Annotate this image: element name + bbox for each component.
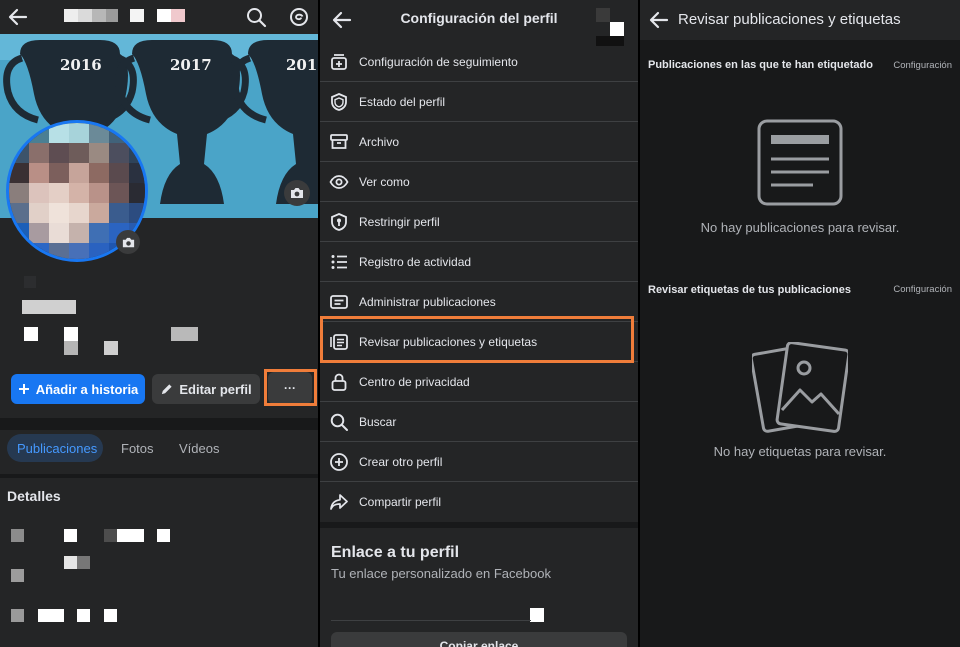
edit-profile-label: Editar perfil	[179, 381, 252, 397]
eye-icon	[328, 171, 350, 193]
document-icon	[757, 119, 843, 206]
link-subtitle: Tu enlace personalizado en Facebook	[331, 566, 551, 581]
cover-year: 2016	[60, 56, 102, 74]
tab-videos[interactable]: Vídeos	[169, 434, 229, 462]
menu-item-label: Archivo	[359, 134, 400, 149]
menu-item-activity-log[interactable]: Registro de actividad	[320, 242, 638, 282]
menu-item-label: Restringir perfil	[359, 214, 440, 229]
review-posts-panel: Revisar publicaciones y etiquetas Public…	[640, 0, 960, 647]
edit-profile-button[interactable]: Editar perfil	[152, 374, 260, 404]
section-title: Publicaciones en las que te han etiqueta…	[648, 59, 873, 71]
empty-state-text: No hay etiquetas para revisar.	[713, 444, 887, 459]
shield-icon	[328, 91, 350, 113]
menu-item-archive[interactable]: Archivo	[320, 122, 638, 162]
pencil-icon	[160, 383, 173, 396]
lock-icon	[328, 371, 350, 393]
threads-icon[interactable]	[287, 5, 311, 29]
menu-item-view-as[interactable]: Ver como	[320, 162, 638, 202]
menu-item-label: Registro de actividad	[359, 254, 472, 269]
menu-item-label: Configuración de seguimiento	[359, 54, 518, 69]
plus-circle-icon	[328, 451, 350, 473]
divider	[0, 418, 318, 430]
profile-tabs: Publicaciones Fotos Vídeos	[0, 430, 318, 474]
tab-publicaciones[interactable]: Publicaciones	[7, 434, 103, 462]
profile-settings-panel: Configuración del perfil Configuración d…	[320, 0, 638, 647]
share-icon	[328, 491, 350, 513]
section-title: Revisar etiquetas de tus publicaciones	[648, 284, 851, 296]
menu-item-label: Ver como	[359, 174, 410, 189]
menu-item-label: Estado del perfil	[359, 94, 446, 109]
camera-icon[interactable]	[116, 230, 140, 254]
review-top-bar: Revisar publicaciones y etiquetas	[640, 0, 960, 40]
menu-item-label: Buscar	[359, 414, 397, 429]
search-icon[interactable]	[244, 5, 268, 29]
profile-panel: 2016 2017 2018 Añadir a historia Editar …	[0, 0, 318, 647]
manage-posts-icon	[328, 291, 350, 313]
menu-item-profile-status[interactable]: Estado del perfil	[320, 82, 638, 122]
cover-year: 2018	[286, 56, 318, 74]
section-settings-link[interactable]: Configuración	[893, 284, 952, 295]
photos-icon	[752, 342, 848, 434]
camera-icon[interactable]	[284, 180, 310, 206]
section-settings-link[interactable]: Configuración	[893, 60, 952, 71]
menu-item-share-profile[interactable]: Compartir perfil	[320, 482, 638, 522]
list-icon	[328, 251, 350, 273]
add-story-label: Añadir a historia	[35, 381, 139, 397]
menu-item-label: Administrar publicaciones	[359, 294, 496, 309]
back-arrow-icon[interactable]	[647, 8, 671, 32]
menu-item-follow-settings[interactable]: Configuración de seguimiento	[320, 42, 638, 82]
archive-icon	[328, 131, 350, 153]
highlight-box	[264, 369, 317, 406]
follow-settings-icon	[328, 51, 350, 73]
menu-item-search[interactable]: Buscar	[320, 402, 638, 442]
copy-link-button[interactable]: Copiar enlace	[331, 632, 627, 647]
back-arrow-icon[interactable]	[6, 5, 30, 29]
details-heading: Detalles	[7, 488, 61, 504]
menu-item-label: Crear otro perfil	[359, 454, 443, 469]
link-title: Enlace a tu perfil	[331, 544, 460, 561]
menu-item-privacy-center[interactable]: Centro de privacidad	[320, 362, 638, 402]
cover-year: 2017	[170, 56, 212, 74]
menu-item-label: Centro de privacidad	[359, 374, 470, 389]
menu-item-create-profile[interactable]: Crear otro perfil	[320, 442, 638, 482]
restrict-shield-icon	[328, 211, 350, 233]
highlight-box	[320, 316, 634, 363]
menu-item-label: Compartir perfil	[359, 495, 442, 509]
settings-top-bar: Configuración del perfil	[320, 0, 638, 46]
profile-top-bar	[0, 0, 318, 34]
page-title: Revisar publicaciones y etiquetas	[678, 11, 901, 28]
search-icon	[328, 411, 350, 433]
divider	[0, 474, 318, 478]
menu-item-restrict-profile[interactable]: Restringir perfil	[320, 202, 638, 242]
profile-link-section: Enlace a tu perfil Tu enlace personaliza…	[320, 522, 638, 647]
empty-state-text: No hay publicaciones para revisar.	[700, 220, 900, 235]
plus-icon	[18, 383, 30, 395]
page-title: Configuración del perfil	[400, 10, 558, 26]
tab-fotos[interactable]: Fotos	[111, 434, 164, 462]
add-story-button[interactable]: Añadir a historia	[11, 374, 145, 404]
